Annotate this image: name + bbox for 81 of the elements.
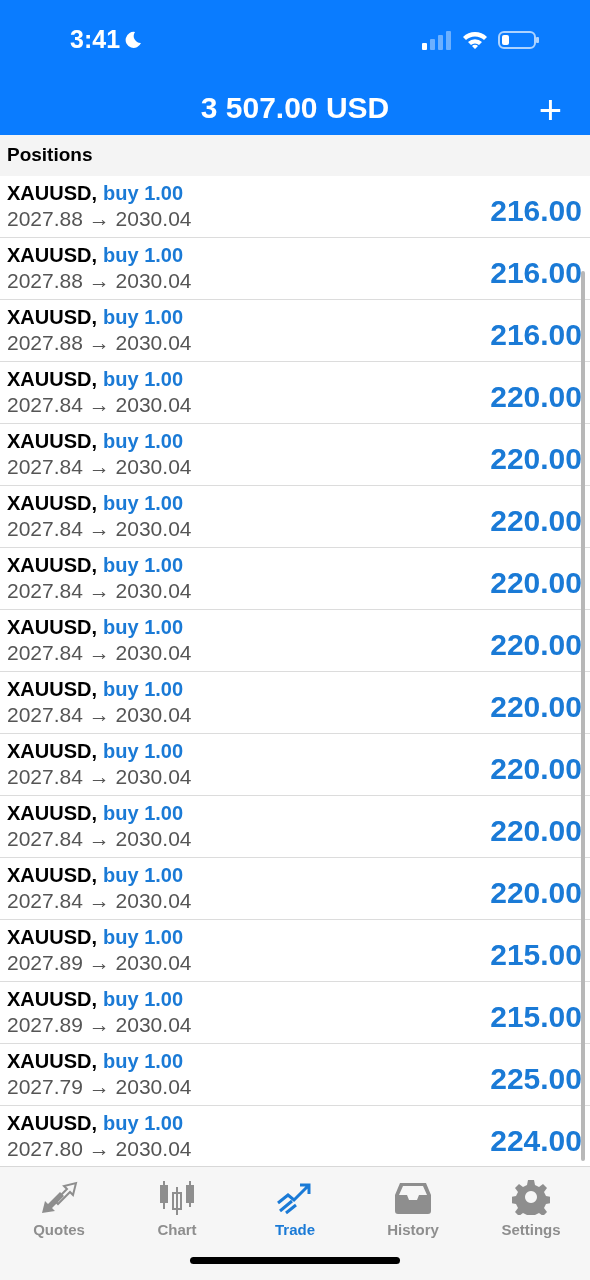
profit-value: 216.00 [490,193,582,229]
price-range: 2027.88 → 2030.04 [7,205,192,232]
tray-icon [394,1180,432,1215]
order-label: buy 1.00 [103,366,184,391]
tab[interactable]: History [354,1167,472,1243]
price-range: 2027.89 → 2030.04 [7,949,192,976]
diagonal-arrows-icon [40,1180,78,1215]
order-label: buy 1.00 [103,304,184,329]
balance-title: 3 507.00 USD [200,90,390,126]
price-range: 2027.84 → 2030.04 [7,639,192,666]
moon-icon [124,31,143,49]
price-range: 2027.84 → 2030.04 [7,515,192,542]
price-range: 2027.88 → 2030.04 [7,329,192,356]
tab[interactable]: Chart [118,1167,236,1243]
symbol-label: XAUUSD, [7,676,97,701]
price-range: 2027.84 → 2030.04 [7,763,192,790]
price-range: 2027.79 → 2030.04 [7,1073,192,1100]
price-range: 2027.84 → 2030.04 [7,825,192,852]
profit-value: 220.00 [490,751,582,787]
price-range: 2027.84 → 2030.04 [7,887,192,914]
price-range: 2027.84 → 2030.04 [7,391,192,418]
order-label: buy 1.00 [103,180,184,205]
tab[interactable]: Settings [472,1167,590,1243]
symbol-label: XAUUSD, [7,490,97,515]
price-range: 2027.84 → 2030.04 [7,453,192,480]
symbol-label: XAUUSD, [7,1048,97,1073]
order-label: buy 1.00 [103,552,184,577]
profit-value: 216.00 [490,317,582,353]
symbol-label: XAUUSD, [7,924,97,949]
order-label: buy 1.00 [103,1048,184,1073]
status-time: 3:41 [70,24,121,56]
order-label: buy 1.00 [103,490,184,515]
order-label: buy 1.00 [103,676,184,701]
profit-value: 224.00 [490,1123,582,1159]
order-label: buy 1.00 [103,738,184,763]
order-label: buy 1.00 [103,986,184,1011]
order-label: buy 1.00 [103,924,184,949]
price-range: 2027.84 → 2030.04 [7,577,192,604]
battery-icon [498,30,540,50]
profit-value: 215.00 [490,999,582,1035]
symbol-label: XAUUSD, [7,800,97,825]
price-range: 2027.89 → 2030.04 [7,1011,192,1038]
tab[interactable]: Trade [236,1167,354,1243]
profit-value: 220.00 [490,565,582,601]
profit-value: 220.00 [490,627,582,663]
price-range: 2027.84 → 2030.04 [7,701,192,728]
symbol-label: XAUUSD, [7,738,97,763]
profit-value: 220.00 [490,875,582,911]
profit-value: 220.00 [490,689,582,725]
order-label: buy 1.00 [103,1110,184,1135]
profit-value: 220.00 [490,813,582,849]
symbol-label: XAUUSD, [7,1110,97,1135]
price-range: 2027.80 → 2030.04 [7,1135,192,1162]
symbol-label: XAUUSD, [7,552,97,577]
profit-value: 220.00 [490,379,582,415]
order-label: buy 1.00 [103,862,184,887]
symbol-label: XAUUSD, [7,180,97,205]
symbol-label: XAUUSD, [7,366,97,391]
symbol-label: XAUUSD, [7,862,97,887]
add-button[interactable]: + [538,90,562,130]
tab[interactable]: Quotes [0,1167,118,1243]
profit-value: 215.00 [490,937,582,973]
profit-value: 216.00 [490,255,582,291]
settings-icon [512,1178,550,1215]
order-label: buy 1.00 [103,242,184,267]
order-label: buy 1.00 [103,428,184,453]
order-label: buy 1.00 [103,800,184,825]
symbol-label: XAUUSD, [7,428,97,453]
wifi-icon [462,30,488,50]
symbol-label: XAUUSD, [7,242,97,267]
candlestick-icon [158,1180,196,1215]
price-range: 2027.88 → 2030.04 [7,267,192,294]
symbol-label: XAUUSD, [7,614,97,639]
order-label: buy 1.00 [103,614,184,639]
profit-value: 225.00 [490,1061,582,1097]
symbol-label: XAUUSD, [7,304,97,329]
profit-value: 220.00 [490,503,582,539]
profit-value: 220.00 [490,441,582,477]
symbol-label: XAUUSD, [7,986,97,1011]
signal-icon [422,30,452,50]
section-title: Positions [7,143,93,168]
